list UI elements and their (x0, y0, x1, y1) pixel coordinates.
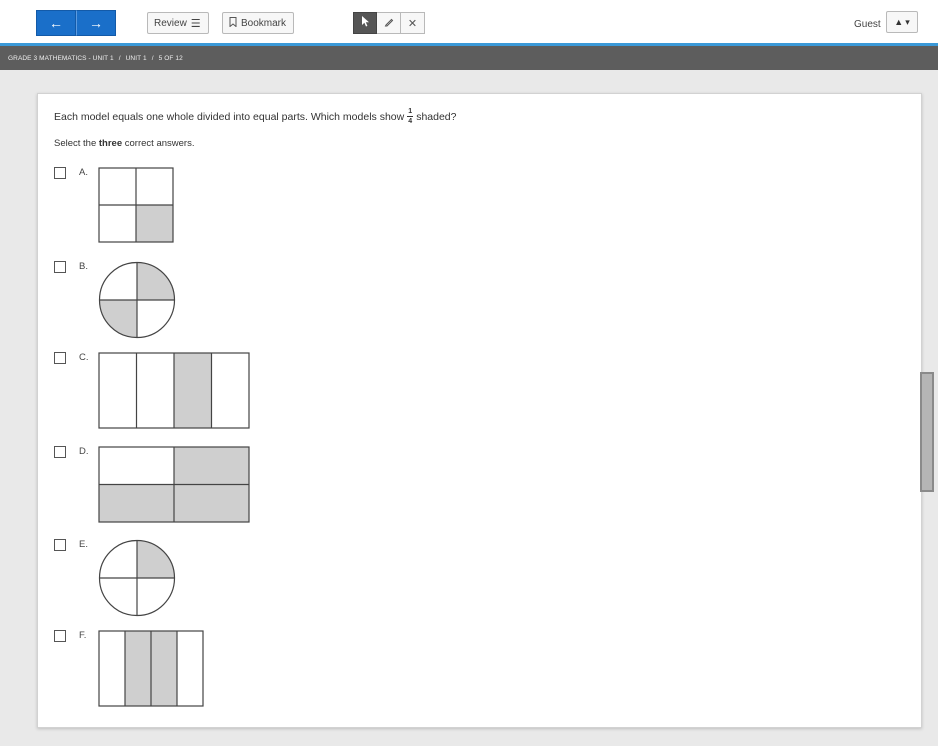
question-stem: Each model equals one whole divided into… (54, 108, 457, 125)
breadcrumb: GRADE 3 MATHEMATICS - UNIT 1 / UNIT 1 / … (0, 46, 938, 70)
option-d-label: D. (79, 446, 89, 457)
breadcrumb-course: GRADE 3 MATHEMATICS - UNIT 1 (8, 54, 114, 62)
option-f-checkbox[interactable] (54, 630, 66, 642)
tool-group: ✕ (353, 12, 425, 34)
next-button[interactable]: → (76, 10, 116, 36)
guest-label: Guest (854, 19, 881, 30)
option-a-label: A. (79, 167, 88, 178)
option-f-model (98, 630, 204, 707)
back-button[interactable]: ← (36, 10, 76, 36)
option-b-model (98, 261, 176, 339)
highlighter-tool[interactable] (377, 12, 401, 34)
instruction-text-end: correct answers. (124, 138, 195, 149)
right-arrow-icon: → (89, 15, 103, 31)
top-toolbar: ← → Review ☰ Bookmark ✕ Guest ▲ ▾ (0, 0, 938, 44)
left-arrow-icon: ← (49, 15, 63, 31)
pointer-icon (361, 16, 370, 30)
option-a-checkbox[interactable] (54, 167, 66, 179)
instruction-text: Select the (54, 138, 97, 149)
strikethrough-icon: ✕ (407, 17, 418, 30)
review-button[interactable]: Review ☰ (147, 12, 209, 34)
pointer-tool[interactable] (353, 12, 377, 34)
option-e-label: E. (79, 539, 88, 550)
instruction-emphasis: three (98, 138, 123, 149)
fraction: 1 4 (407, 108, 414, 125)
question-card: Each model equals one whole divided into… (37, 93, 922, 728)
option-c-model (98, 352, 250, 429)
list-icon: ☰ (190, 17, 201, 30)
bookmark-label: Bookmark (241, 17, 287, 29)
scrollbar-thumb[interactable] (920, 372, 934, 492)
option-c-checkbox[interactable] (54, 352, 66, 364)
instruction: Select the three correct answers. (54, 138, 194, 149)
option-b-label: B. (79, 261, 88, 272)
option-a-model (98, 167, 174, 243)
breadcrumb-unit: UNIT 1 (125, 54, 147, 62)
option-e-checkbox[interactable] (54, 539, 66, 551)
fraction-denominator: 4 (408, 118, 413, 125)
bookmark-icon (229, 16, 237, 30)
breadcrumb-separator: / (118, 54, 121, 62)
question-text: Each model equals one whole divided into… (54, 110, 405, 123)
navigation-buttons: ← → (36, 10, 116, 36)
user-icon: ▲ (894, 17, 904, 27)
user-menu-button[interactable]: ▲ ▾ (886, 11, 918, 33)
option-b-checkbox[interactable] (54, 261, 66, 273)
option-d-checkbox[interactable] (54, 446, 66, 458)
option-e-model (98, 539, 176, 617)
bookmark-button[interactable]: Bookmark (222, 12, 294, 34)
strikethrough-tool[interactable]: ✕ (401, 12, 425, 34)
review-label: Review (154, 17, 187, 29)
option-f-label: F. (79, 630, 87, 641)
chevron-down-icon: ▾ (905, 16, 910, 27)
option-d-model (98, 446, 250, 523)
fraction-numerator: 1 (408, 108, 413, 115)
question-text-end: shaded? (416, 110, 457, 123)
fraction-bar (407, 116, 414, 117)
breadcrumb-separator: / (151, 54, 154, 62)
breadcrumb-position: 5 OF 12 (158, 54, 183, 62)
option-c-label: C. (79, 352, 89, 363)
highlighter-icon (384, 17, 394, 30)
